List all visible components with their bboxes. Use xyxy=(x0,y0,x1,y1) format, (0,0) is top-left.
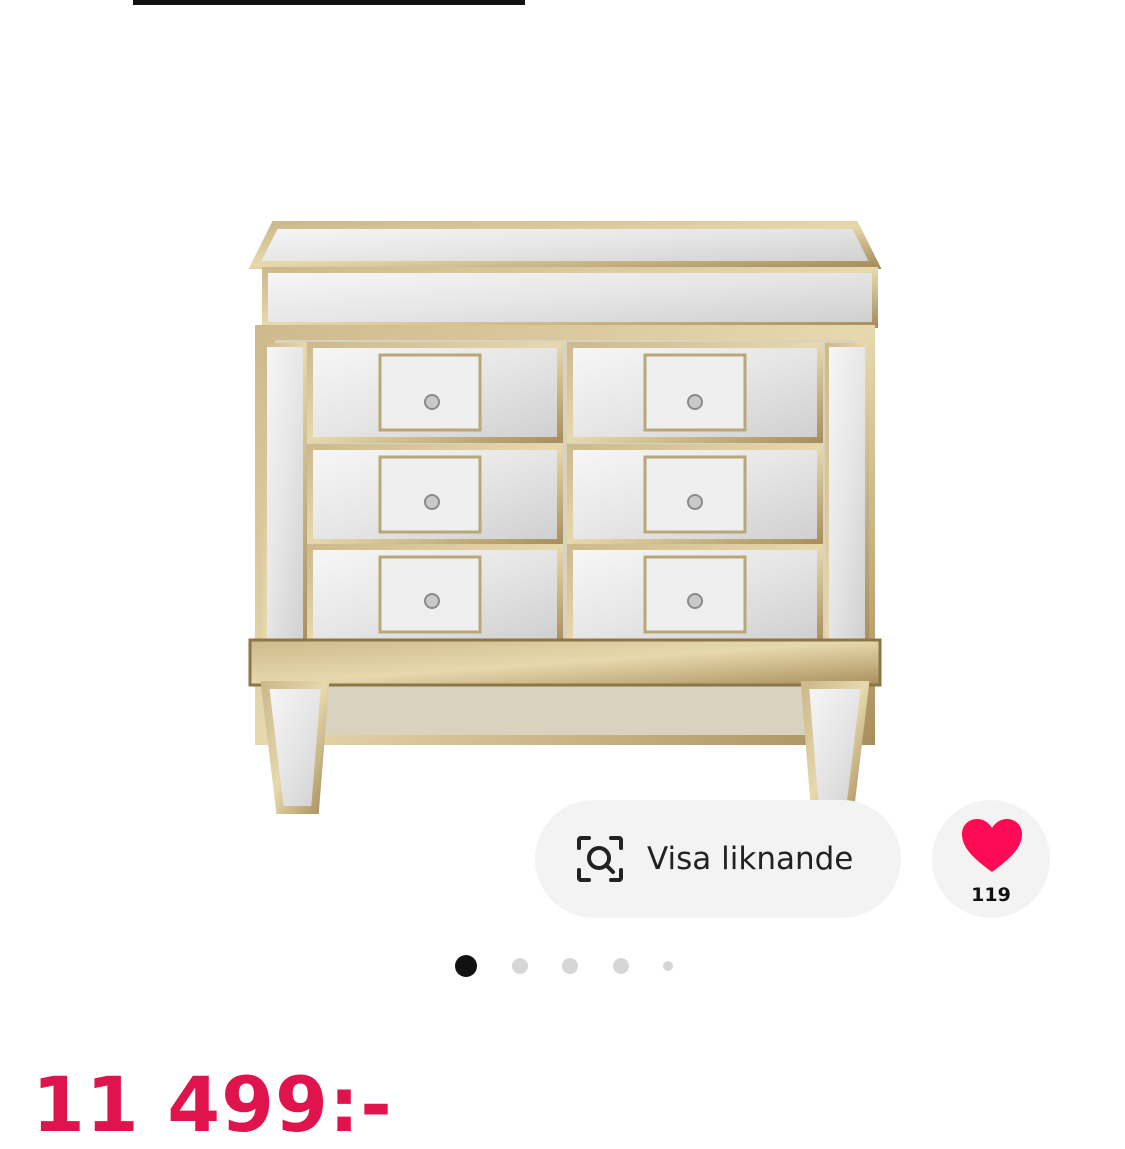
carousel-dot-5[interactable] xyxy=(663,961,673,971)
show-similar-button[interactable]: Visa liknande xyxy=(535,800,901,918)
carousel-dot-3[interactable] xyxy=(562,958,578,974)
product-image[interactable] xyxy=(235,215,895,815)
favorite-button[interactable]: 119 xyxy=(932,800,1050,918)
top-tab-indicator xyxy=(133,0,525,5)
carousel-dot-4[interactable] xyxy=(613,958,629,974)
favorite-count: 119 xyxy=(971,884,1011,906)
carousel-dot-1[interactable] xyxy=(455,955,477,977)
carousel-dot-2[interactable] xyxy=(512,958,528,974)
visual-search-icon xyxy=(577,836,623,882)
show-similar-label: Visa liknande xyxy=(647,841,854,877)
product-price: 11 499:- xyxy=(32,1060,393,1149)
heart-icon xyxy=(962,819,1022,872)
